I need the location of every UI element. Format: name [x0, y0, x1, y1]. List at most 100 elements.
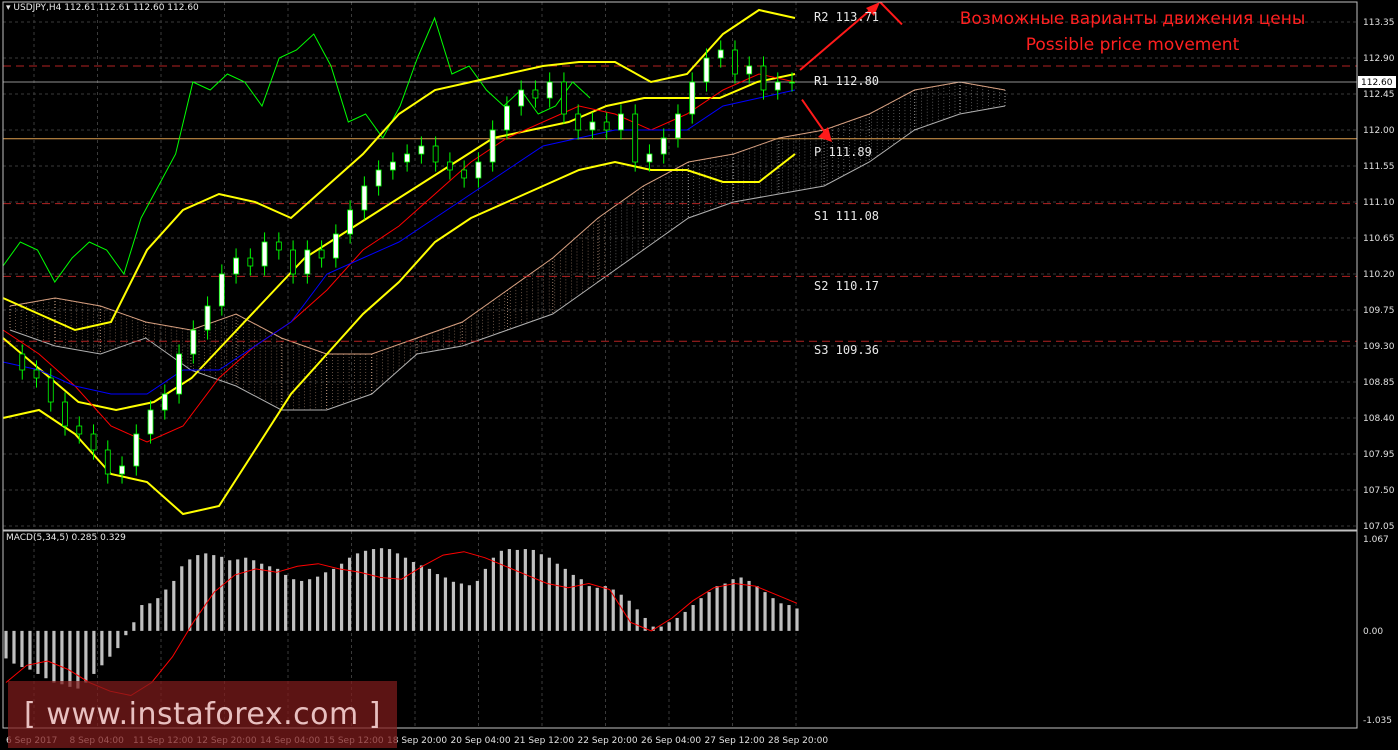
macd-bar	[739, 577, 743, 631]
ichimoku-cloud	[9, 81, 1006, 411]
macd-bar	[595, 587, 599, 631]
candle-body	[689, 81, 696, 115]
macd-bar	[355, 553, 360, 631]
pivot-label-p: P 111.89	[814, 145, 872, 159]
macd-bar	[603, 586, 607, 631]
pivot-label-s2: S2 110.17	[814, 279, 880, 293]
macd-bar	[140, 605, 144, 631]
chart-header: ▾ USDJPY,H4 112.61 112.61 112.60 112.60	[6, 3, 199, 13]
macd-bar	[347, 557, 352, 631]
macd-bar	[363, 550, 368, 631]
candle-body	[675, 113, 681, 139]
macd-bar	[563, 568, 567, 631]
macd-bar	[292, 579, 296, 631]
time-tick-label: 21 Sep 12:00	[514, 736, 574, 746]
macd-bar	[787, 605, 791, 631]
macd-bar	[435, 574, 440, 631]
macd-bar	[723, 583, 727, 631]
macd-bar	[467, 585, 472, 631]
price-tick-label: 109.30	[1363, 342, 1395, 352]
candle-body	[176, 353, 182, 395]
candle-body	[104, 449, 111, 475]
macd-bar	[531, 549, 535, 631]
macd-bar	[44, 630, 48, 679]
symbol-line: USDJPY,H4 112.61 112.61 112.60 112.60	[13, 3, 199, 13]
time-tick-label: 22 Sep 20:00	[578, 736, 638, 746]
macd-bar	[387, 549, 392, 631]
time-tick-label: 28 Sep 20:00	[768, 736, 828, 746]
price-tick-label: 108.40	[1363, 414, 1395, 424]
candle-body	[233, 257, 239, 275]
candle-body	[19, 353, 26, 371]
macd-tick-label: -1.035	[1363, 716, 1392, 726]
price-tick-label: 110.20	[1363, 270, 1395, 280]
candle-body	[774, 81, 781, 91]
price-tick-label: 107.95	[1363, 450, 1395, 460]
macd-bar	[339, 563, 344, 631]
candle-body	[247, 257, 254, 267]
macd-bar	[196, 555, 200, 631]
macd-bar	[747, 580, 751, 631]
pivot-label-s1: S1 111.08	[814, 209, 880, 223]
watermark: [ www.instaforex.com ]	[8, 681, 397, 748]
price-tick-label: 112.90	[1363, 54, 1395, 64]
candle-body	[261, 241, 268, 267]
candle-body	[789, 81, 795, 84]
macd-bar	[755, 586, 759, 631]
macd-bar	[667, 622, 671, 631]
macd-bar	[571, 574, 575, 631]
price-tick-label: 110.65	[1363, 234, 1395, 244]
macd-bar	[220, 556, 224, 631]
macd-bar	[156, 598, 160, 631]
macd-bar	[683, 611, 687, 631]
pivot-label-r1: R1 112.80	[814, 74, 880, 88]
candle-body	[461, 169, 468, 179]
candle-body	[318, 249, 325, 259]
candle-body	[660, 137, 667, 155]
collapse-triangle-icon[interactable]: ▾	[6, 3, 11, 13]
annotation-ru: Возможные варианты движения цены	[959, 9, 1306, 29]
macd-bar	[28, 630, 32, 670]
price-tick-label: 107.50	[1363, 486, 1395, 496]
candle-body	[646, 153, 653, 163]
macd-bar	[12, 630, 16, 664]
macd-bar	[92, 630, 96, 674]
macd-bar	[379, 548, 384, 631]
macd-bar	[300, 580, 304, 631]
macd-bar	[20, 630, 24, 668]
macd-bar	[659, 626, 663, 631]
price-tick-label: 111.55	[1363, 162, 1395, 172]
macd-bar	[84, 630, 88, 683]
candle-body	[275, 241, 282, 251]
macd-bar	[443, 577, 448, 631]
candle-body	[632, 113, 639, 163]
macd-bar	[483, 568, 487, 631]
macd-bar	[116, 630, 120, 649]
macd-bar	[172, 580, 176, 631]
candle-body	[389, 161, 396, 171]
macd-bar	[547, 557, 551, 631]
candle-body	[561, 81, 567, 115]
macd-bar	[76, 630, 80, 689]
macd-bar	[587, 586, 591, 631]
macd-bar	[795, 608, 799, 631]
price-tick-label: 111.10	[1363, 198, 1395, 208]
candle-body	[133, 433, 140, 467]
time-tick-label: 20 Sep 04:00	[451, 736, 511, 746]
axes: 113.35 112.90 112.45 112.00 111.55 111.10 110.…	[2, 1, 1396, 746]
bollinger-bands	[2, 8, 796, 516]
macd-bar	[427, 568, 432, 631]
candle-body	[746, 65, 753, 75]
macd-bar	[715, 586, 719, 631]
macd-header: MACD(5,34,5) 0.285 0.329	[6, 533, 126, 543]
candle-body	[76, 425, 83, 435]
candle-body	[432, 145, 439, 163]
macd-bar	[691, 605, 695, 631]
candle-body	[703, 57, 710, 83]
macd-bar	[268, 566, 272, 631]
macd-bar	[4, 630, 8, 659]
price-tick-label: 108.85	[1363, 378, 1395, 388]
macd-bar	[244, 557, 248, 631]
pivot-label-r2: R2 113.71	[814, 10, 880, 24]
macd-bar	[523, 549, 527, 631]
